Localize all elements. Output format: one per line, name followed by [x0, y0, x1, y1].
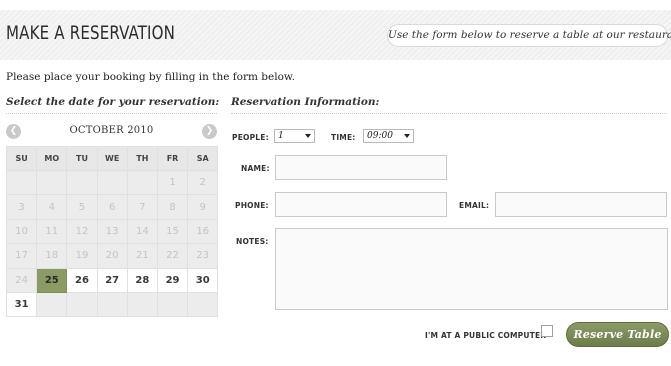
calendar-day[interactable]: 26: [66, 267, 98, 293]
calendar-day-disabled: 11: [36, 218, 68, 245]
calendar-day-disabled: 8: [156, 194, 189, 220]
weekday-tue: TU: [66, 146, 98, 171]
notes-textarea[interactable]: [275, 228, 668, 310]
calendar-empty-cell: [66, 291, 98, 318]
calendar-day-disabled: 17: [5, 243, 38, 269]
calendar-empty-cell: [187, 291, 219, 318]
calendar-day-disabled: 6: [96, 194, 128, 220]
calendar-day-disabled: 13: [96, 218, 128, 245]
calendar-week-row: 31: [5, 291, 219, 318]
chevron-down-icon: [404, 134, 410, 138]
date-section-divider: [6, 113, 217, 114]
calendar-week-row: 24 25 26 27 28 29 30: [5, 267, 219, 293]
calendar-day-disabled: 14: [126, 218, 158, 245]
email-label: EMAIL:: [459, 201, 490, 210]
phone-field[interactable]: [275, 192, 447, 217]
public-computer-checkbox[interactable]: [541, 325, 553, 337]
people-select[interactable]: 1: [274, 129, 315, 143]
chevron-right-icon[interactable]: ❯: [202, 124, 217, 139]
calendar-month-label: OCTOBER 2010: [69, 125, 154, 136]
weekday-row: SU MO TU WE TH FR SA: [5, 146, 219, 171]
calendar-empty-cell: [156, 291, 189, 318]
calendar-header: ❮ OCTOBER 2010 ❯: [6, 121, 217, 143]
reserve-table-button[interactable]: Reserve Table: [566, 322, 669, 347]
weekday-wed: WE: [96, 146, 128, 171]
calendar-day-disabled: 16: [187, 218, 219, 245]
notes-label: NOTES:: [236, 237, 269, 246]
calendar-grid: SU MO TU WE TH FR SA 1 2 3 4 5 6 7 8 9 10 11 12 13 14…: [5, 146, 219, 318]
calendar-day[interactable]: 28: [126, 267, 158, 293]
page-title: MAKE A RESERVATION: [6, 22, 176, 44]
calendar-day-disabled: 15: [156, 218, 189, 245]
calendar-empty-cell: [126, 291, 158, 318]
calendar-day-disabled: 21: [126, 243, 158, 269]
calendar-week-row: 3456789: [5, 194, 219, 220]
calendar-day-disabled: 7: [126, 194, 158, 220]
email-field[interactable]: [495, 192, 667, 217]
calendar-day-disabled: 1: [156, 169, 189, 196]
calendar-day-disabled: 18: [36, 243, 68, 269]
weekday-sat: SA: [187, 146, 219, 171]
date-section-heading: Select the date for your reservation:: [6, 96, 220, 108]
calendar-day-disabled: 20: [96, 243, 128, 269]
phone-label: PHONE:: [235, 201, 269, 210]
calendar-day-disabled: 5: [66, 194, 98, 220]
people-select-value: 1: [278, 131, 284, 141]
people-label: PEOPLE:: [232, 133, 269, 142]
weekday-mon: MO: [36, 146, 68, 171]
calendar-day-disabled: 22: [156, 243, 189, 269]
calendar-day[interactable]: 31: [5, 291, 38, 318]
name-label: NAME:: [241, 164, 270, 173]
calendar-day-disabled: 9: [187, 194, 219, 220]
calendar-empty-cell: [96, 291, 128, 318]
calendar-day-disabled: 12: [66, 218, 98, 245]
info-section-divider: [231, 113, 667, 114]
calendar-empty-cell: [126, 169, 158, 196]
calendar-day-disabled: 23: [187, 243, 219, 269]
calendar-week-row: 17 18 19 20 21 22 23: [5, 243, 219, 269]
public-computer-label: I'M AT A PUBLIC COMPUTER: [425, 331, 547, 340]
time-label: TIME:: [331, 133, 356, 142]
calendar-day-disabled: 4: [36, 194, 68, 220]
name-field[interactable]: [275, 155, 447, 180]
calendar-day-disabled: 3: [5, 194, 38, 220]
calendar-empty-cell: [66, 169, 98, 196]
calendar-empty-cell: [36, 291, 68, 318]
time-select-value: 09:00: [367, 131, 393, 141]
weekday-fri: FR: [156, 146, 189, 171]
calendar-day-disabled: 2: [187, 169, 219, 196]
calendar-day-disabled: 10: [5, 218, 38, 245]
calendar-day-disabled: 19: [66, 243, 98, 269]
info-section-heading: Reservation Information:: [231, 96, 380, 108]
calendar-empty-cell: [36, 169, 68, 196]
calendar-empty-cell: [5, 169, 38, 196]
header-tagline: Use the form below to reserve a table at…: [387, 24, 671, 47]
calendar-day[interactable]: 27: [96, 267, 128, 293]
intro-text: Please place your booking by filling in …: [6, 71, 295, 83]
calendar-day-selected[interactable]: 25: [36, 267, 68, 293]
calendar-day[interactable]: 30: [187, 267, 219, 293]
calendar-day-disabled: 24: [5, 267, 38, 293]
chevron-down-icon: [305, 134, 311, 138]
calendar-day[interactable]: 29: [156, 267, 189, 293]
weekday-sun: SU: [5, 146, 38, 171]
time-select[interactable]: 09:00: [363, 129, 414, 143]
weekday-thu: TH: [126, 146, 158, 171]
calendar-week-row: 12: [5, 169, 219, 196]
calendar-week-row: 10 11 12 13 14 15 16: [5, 218, 219, 245]
calendar-empty-cell: [96, 169, 128, 196]
